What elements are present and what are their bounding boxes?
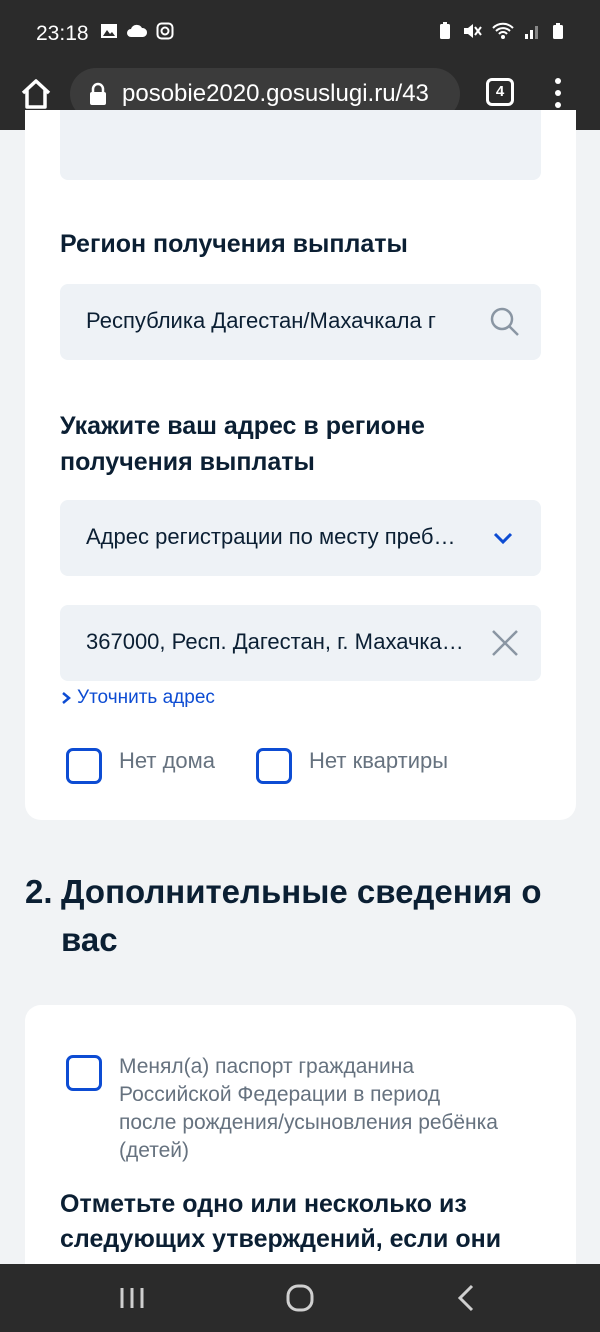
battery-icon xyxy=(553,23,563,39)
previous-field[interactable] xyxy=(60,110,541,180)
browser-menu-icon[interactable] xyxy=(548,76,568,110)
home-nav-icon[interactable] xyxy=(280,1282,320,1314)
section-2-title: 2. Дополнительные сведения о вас xyxy=(25,868,565,964)
signal-icon xyxy=(525,26,538,39)
mute-icon xyxy=(464,24,482,38)
lock-icon xyxy=(90,82,106,105)
statements-label: Отметьте одно или несколько из следующих… xyxy=(60,1190,502,1253)
chevron-right-icon xyxy=(62,692,71,704)
battery-saver-icon xyxy=(440,22,450,39)
system-navigation-bar xyxy=(0,1264,600,1332)
cloud-icon xyxy=(127,24,148,37)
status-notification-icons xyxy=(100,22,174,40)
recent-apps-icon[interactable] xyxy=(112,1282,152,1314)
address-type-select[interactable]: Адрес регистрации по месту преб… xyxy=(60,500,541,576)
url-text: posobie2020.gosuslugi.ru/43 xyxy=(122,80,429,107)
address-type-value: Адрес регистрации по месту преб… xyxy=(86,524,456,549)
no-apartment-checkbox[interactable] xyxy=(256,748,292,784)
additional-info-card: Менял(а) паспорт гражданина Российской Ф… xyxy=(25,1005,576,1305)
address-label: Укажите ваш адрес в регионе получения вы… xyxy=(60,412,425,476)
close-icon[interactable] xyxy=(491,629,519,657)
search-icon[interactable] xyxy=(489,306,521,338)
address-card: Регион получения выплаты Республика Даге… xyxy=(25,110,576,820)
section-title-text: Дополнительные сведения о вас xyxy=(61,873,542,958)
passport-changed-checkbox[interactable] xyxy=(66,1055,102,1091)
status-bar: 23:18 xyxy=(0,0,600,66)
tab-switcher-button[interactable]: 4 xyxy=(486,78,514,106)
status-system-icons xyxy=(438,22,564,40)
no-apartment-label: Нет квартиры xyxy=(309,748,449,773)
passport-changed-label: Менял(а) паспорт гражданина Российской Ф… xyxy=(119,1055,498,1162)
chevron-down-icon xyxy=(493,532,513,545)
address-value: 367000, Респ. Дагестан, г. Махачка… xyxy=(86,629,464,654)
instagram-icon xyxy=(156,22,174,40)
region-value: Республика Дагестан/Махачкала г xyxy=(86,308,436,333)
clarify-address-label: Уточнить адрес xyxy=(77,687,215,708)
clarify-address-link[interactable]: Уточнить адрес xyxy=(61,687,215,709)
region-search-field[interactable]: Республика Дагестан/Махачкала г xyxy=(60,284,541,360)
status-time: 23:18 xyxy=(36,22,89,45)
no-house-checkbox[interactable] xyxy=(66,748,102,784)
wifi-icon xyxy=(492,22,514,39)
back-nav-icon[interactable] xyxy=(448,1282,488,1314)
home-icon[interactable] xyxy=(16,74,56,114)
address-input[interactable]: 367000, Респ. Дагестан, г. Махачка… xyxy=(60,605,541,681)
region-label: Регион получения выплаты xyxy=(60,230,408,258)
section-number: 2. xyxy=(25,873,53,910)
gallery-icon xyxy=(101,24,117,38)
no-house-label: Нет дома xyxy=(119,748,216,773)
